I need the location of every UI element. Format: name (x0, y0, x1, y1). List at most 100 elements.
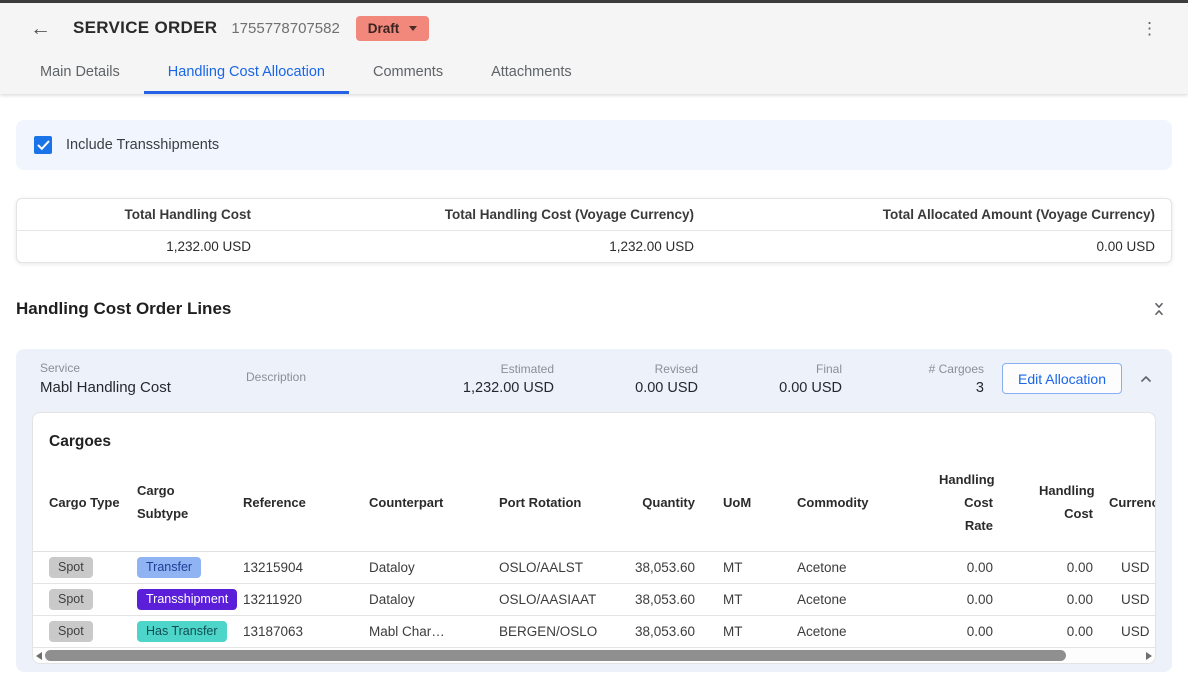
estimated-field: Estimated 1,232.00 USD (406, 362, 554, 396)
service-order-line-card: Service Mabl Handling Cost Description E… (16, 349, 1172, 672)
reference-cell: 13187063 (243, 616, 369, 648)
port-rotation-cell: OSLO/AASIAAT (499, 584, 619, 616)
estimated-value: 1,232.00 USD (406, 380, 554, 396)
totals-header-row: Total Handling Cost Total Handling Cost … (17, 199, 1171, 231)
header-row: ← SERVICE ORDER 1755778707582 Draft ⋮ (0, 3, 1188, 53)
cargo-type-pill: Spot (49, 557, 93, 578)
commodity-cell: Acetone (785, 552, 903, 584)
cargo-subtype-cell: Transfer (137, 552, 243, 584)
col-handling-cost-rate-label: Handling Cost Rate (939, 469, 993, 537)
order-lines-section-head: Handling Cost Order Lines (16, 299, 1172, 319)
cargo-row-2: Spot Transshipment 13211920 Dataloy OSLO… (33, 584, 1155, 616)
reference-cell: 13215904 (243, 552, 369, 584)
cargo-row-3: Spot Has Transfer 13187063 Mabl Char… BE… (33, 616, 1155, 648)
cargo-type-pill: Spot (49, 621, 93, 642)
cargo-type-pill: Spot (49, 589, 93, 610)
include-transshipments-bar: Include Transshipments (16, 120, 1172, 170)
scroll-left-icon[interactable] (36, 652, 42, 660)
page-title: SERVICE ORDER (73, 18, 217, 38)
scrollbar-track[interactable] (45, 650, 1143, 661)
tab-comments[interactable]: Comments (349, 53, 467, 94)
service-label: Service (40, 361, 230, 375)
col-cargo-subtype: Cargo Subtype (137, 455, 243, 552)
quantity-cell: 38,053.60 (619, 552, 711, 584)
revised-label: Revised (554, 362, 698, 376)
cargoes-header-row: Cargo Type Cargo Subtype Reference Count… (33, 455, 1155, 552)
description-field: Description (246, 370, 406, 388)
commodity-cell: Acetone (785, 584, 903, 616)
counterpart-cell: Mabl Char… (369, 616, 499, 648)
uom-cell: MT (711, 616, 785, 648)
port-rotation-cell: BERGEN/OSLO (499, 616, 619, 648)
totals-values-row: 1,232.00 USD 1,232.00 USD 0.00 USD (17, 231, 1171, 262)
app-header: ← SERVICE ORDER 1755778707582 Draft ⋮ Ma… (0, 3, 1188, 94)
reference-cell: 13211920 (243, 584, 369, 616)
tab-main-details[interactable]: Main Details (16, 53, 144, 94)
col-reference: Reference (243, 455, 369, 552)
caret-down-icon (409, 26, 417, 31)
main-content: Include Transshipments Total Handling Co… (0, 120, 1188, 672)
total-handling-cost-voyage-value: 1,232.00 USD (267, 231, 710, 262)
cargo-type-cell: Spot (33, 552, 137, 584)
col-port-rotation: Port Rotation (499, 455, 619, 552)
col-handling-cost: Handling Cost (1009, 455, 1109, 552)
port-rotation-cell: OSLO/AALST (499, 552, 619, 584)
cargo-count-value: 3 (842, 380, 984, 396)
cargoes-table-wrap: Cargo Type Cargo Subtype Reference Count… (33, 455, 1155, 648)
final-value: 0.00 USD (698, 380, 842, 396)
handling-cost-cell: 0.00 (1009, 584, 1109, 616)
counterpart-cell: Dataloy (369, 584, 499, 616)
service-value: Mabl Handling Cost (40, 379, 230, 396)
service-order-screen: ← SERVICE ORDER 1755778707582 Draft ⋮ Ma… (0, 0, 1188, 683)
order-number: 1755778707582 (231, 20, 339, 37)
collapse-all-icon[interactable] (1150, 300, 1168, 318)
currency-cell: USD (1109, 616, 1155, 648)
tab-attachments[interactable]: Attachments (467, 53, 596, 94)
status-badge[interactable]: Draft (356, 16, 430, 41)
status-label: Draft (368, 21, 400, 36)
scrollbar-thumb[interactable] (45, 650, 1066, 661)
col-handling-cost-label: Handling Cost (1039, 480, 1093, 526)
description-label: Description (246, 370, 406, 384)
back-arrow-icon[interactable]: ← (30, 18, 51, 39)
handling-cost-cell: 0.00 (1009, 616, 1109, 648)
handling-cost-cell: 0.00 (1009, 552, 1109, 584)
col-counterpart: Counterpart (369, 455, 499, 552)
cargo-subtype-cell: Has Transfer (137, 616, 243, 648)
handling-cost-rate-cell: 0.00 (903, 552, 1009, 584)
include-transshipments-label: Include Transshipments (66, 137, 219, 153)
tab-handling-cost-allocation[interactable]: Handling Cost Allocation (144, 53, 349, 94)
include-transshipments-checkbox[interactable] (34, 136, 52, 154)
final-label: Final (698, 362, 842, 376)
cargo-subtype-pill: Has Transfer (137, 621, 227, 642)
tab-bar: Main Details Handling Cost Allocation Co… (0, 53, 1188, 94)
col-quantity: Quantity (619, 455, 711, 552)
estimated-label: Estimated (406, 362, 554, 376)
service-field: Service Mabl Handling Cost (40, 361, 230, 396)
scroll-right-icon[interactable] (1146, 652, 1152, 660)
cargo-row-1: Spot Transfer 13215904 Dataloy OSLO/AALS… (33, 552, 1155, 584)
revised-field: Revised 0.00 USD (554, 362, 698, 396)
horizontal-scrollbar[interactable] (33, 648, 1155, 663)
chevron-up-icon[interactable] (1136, 369, 1156, 389)
col-cargo-type: Cargo Type (33, 455, 137, 552)
cargo-type-cell: Spot (33, 584, 137, 616)
cargoes-card: Cargoes Cargo Type Cargo Subtype (32, 412, 1156, 664)
col-uom: UoM (711, 455, 785, 552)
final-field: Final 0.00 USD (698, 362, 842, 396)
currency-cell: USD (1109, 552, 1155, 584)
uom-cell: MT (711, 552, 785, 584)
total-handling-cost-voyage-header: Total Handling Cost (Voyage Currency) (267, 199, 710, 230)
cargo-subtype-pill: Transshipment (137, 589, 237, 610)
total-handling-cost-value: 1,232.00 USD (17, 231, 267, 262)
col-currency: Currency (1109, 455, 1155, 552)
uom-cell: MT (711, 584, 785, 616)
checkmark-icon (37, 140, 50, 151)
kebab-menu-icon[interactable]: ⋮ (1135, 16, 1164, 41)
cargo-subtype-pill: Transfer (137, 557, 201, 578)
col-commodity: Commodity (785, 455, 903, 552)
cargo-subtype-cell: Transshipment (137, 584, 243, 616)
quantity-cell: 38,053.60 (619, 616, 711, 648)
total-allocated-amount-header: Total Allocated Amount (Voyage Currency) (710, 199, 1171, 230)
edit-allocation-button[interactable]: Edit Allocation (1002, 363, 1122, 394)
